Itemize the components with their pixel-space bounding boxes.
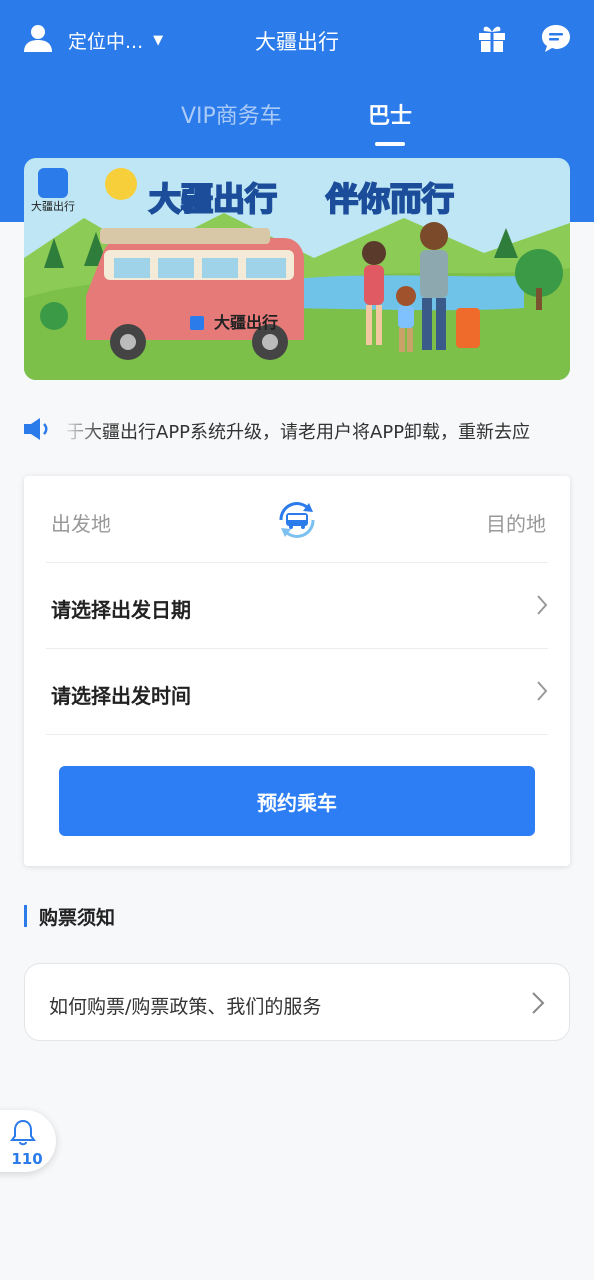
banner-headline-right: 伴你而行 — [325, 180, 454, 218]
message-icon[interactable] — [540, 22, 572, 54]
time-label: 请选择出发时间 — [51, 684, 191, 708]
top-bar: 定位中... ▼ 大疆出行 — [0, 0, 594, 80]
van-text: 大疆出行 — [214, 313, 278, 332]
tab-vip[interactable]: VIP商务车 — [181, 98, 282, 130]
announcement-text: 于大疆出行APP系统升级，请老用户将APP卸载，重新去应 — [66, 422, 531, 443]
announcement-fade — [62, 412, 102, 446]
swap-bus-icon[interactable] — [275, 498, 319, 542]
emergency-call-button[interactable]: 110 — [0, 1110, 56, 1172]
active-tab-indicator — [375, 142, 405, 146]
tab-bus[interactable]: 巴士 — [368, 98, 412, 130]
date-label: 请选择出发日期 — [51, 598, 191, 622]
divider — [46, 562, 548, 563]
service-tabs: VIP商务车 巴士 — [0, 92, 594, 152]
banner-logo-text: 大疆出行 — [31, 199, 75, 213]
emergency-number: 110 — [11, 1150, 43, 1168]
chevron-right-icon — [532, 992, 545, 1014]
gift-icon[interactable] — [476, 22, 508, 54]
heading-accent-bar — [24, 905, 27, 927]
destination-field[interactable]: 目的地 — [486, 508, 546, 537]
book-ride-button[interactable]: 预约乘车 — [59, 766, 535, 836]
departure-field[interactable]: 出发地 — [51, 508, 111, 537]
ticket-info-heading: 购票须知 — [24, 902, 115, 930]
divider — [46, 648, 548, 649]
chevron-right-icon — [537, 595, 548, 615]
station-row: 出发地 目的地 — [24, 476, 570, 562]
ticket-policy-text: 如何购票/购票政策、我们的服务 — [49, 996, 322, 1018]
banner-headline-left: 大疆出行 — [149, 180, 277, 218]
announcement-bar[interactable]: 于大疆出行APP系统升级，请老用户将APP卸载，重新去应 — [22, 412, 594, 446]
ticket-info-title: 购票须知 — [39, 906, 116, 929]
divider — [46, 734, 548, 735]
bell-icon — [10, 1119, 36, 1146]
promo-banner[interactable]: 大疆出行 大疆出行 伴你而行 大疆出行 — [24, 158, 570, 380]
time-selector[interactable]: 请选择出发时间 — [24, 650, 570, 736]
speaker-icon — [24, 418, 48, 440]
date-selector[interactable]: 请选择出发日期 — [24, 564, 570, 650]
booking-card: 出发地 目的地 请选择出发日期 请选择出发时间 预约乘车 — [24, 476, 570, 866]
chevron-right-icon — [537, 681, 548, 701]
ticket-policy-link[interactable]: 如何购票/购票政策、我们的服务 — [24, 963, 570, 1041]
banner-illustration: 大疆出行 大疆出行 伴你而行 大疆出行 — [24, 158, 570, 380]
